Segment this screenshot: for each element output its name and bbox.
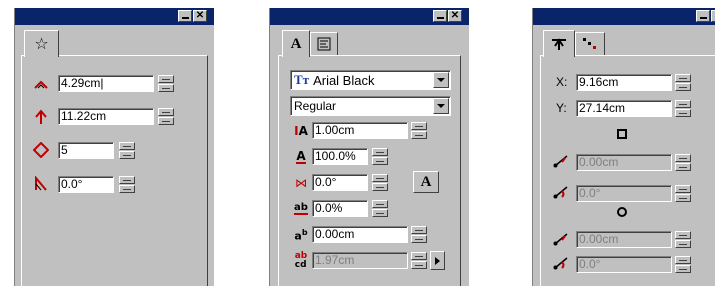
font-name-value: Arial Black [313,72,375,88]
pen-node-icon [552,38,566,50]
tab-character[interactable]: A [282,30,310,57]
character-options-button[interactable]: A [413,171,439,193]
tab-paragraph[interactable] [310,32,338,56]
leading-icon: ab cd [294,251,308,270]
handle-length-icon [552,153,570,169]
character-options-label: A [420,173,432,190]
leading-menu-button[interactable] [430,251,445,270]
close-button[interactable]: ✕ [448,10,462,22]
height-spinner[interactable] [158,108,174,125]
chevron-down-icon[interactable] [433,98,449,114]
baseline-shift-field[interactable]: 0.00cm [312,226,408,243]
close-button[interactable]: ✕ [193,10,207,22]
outer-radius-spinner[interactable] [158,75,174,92]
minimize-button[interactable] [178,10,192,22]
character-tab-label: A [290,35,302,52]
horizontal-scale-field[interactable]: 100.0% [312,148,368,165]
font-name-select[interactable]: Tт Arial Black [290,70,451,90]
star-radius-icon [32,77,50,93]
minimize-button[interactable] [696,10,710,22]
panel-titlebar: ✕ [270,8,469,25]
y-position-spinner[interactable] [675,100,691,117]
text-tool-panel: ✕ A Tт Arial Black Regular IA 1.00cm A 1… [269,8,469,286]
baseline-shift-icon: ab [294,227,308,243]
circle-handle-angle-field[interactable]: 0.0° [576,256,672,273]
y-position-field[interactable]: 27.14cm [576,100,672,117]
truetype-icon: Tт [294,72,310,87]
skew-angle-field[interactable]: 0.0° [312,174,368,191]
circle-handle-length-field[interactable]: 0.00cm [576,231,672,248]
square-handle-angle-field[interactable]: 0.0° [576,185,672,202]
font-size-field[interactable]: 1.00cm [312,122,408,139]
path-points-icon [583,38,596,49]
angle-icon [32,176,50,192]
x-position-field[interactable]: 9.16cm [576,74,672,91]
panel-titlebar: ✕ [15,8,214,25]
font-size-spinner[interactable] [411,122,427,139]
points-field[interactable]: 5 [58,142,114,159]
handle-angle-icon [552,255,570,271]
circle-node-icon [617,207,627,217]
horizontal-scale-spinner[interactable] [372,148,388,165]
node-tool-panel: ✕ X: 9.16cm Y: 27.14cm 0.00cm 0.0° 0.00c… [532,8,715,286]
paragraph-icon [317,37,331,51]
star-icon: ☆ [34,34,49,53]
tracking-field[interactable]: 0.0% [312,200,368,217]
angle-spinner[interactable] [119,176,135,193]
square-handle-length-field[interactable]: 0.00cm [576,154,672,171]
close-button[interactable]: ✕ [711,10,715,22]
horizontal-scale-icon: A [296,149,306,164]
y-label: Y: [556,101,567,115]
leading-spinner[interactable] [411,252,427,269]
tab-star[interactable]: ☆ [24,30,59,57]
square-handle-angle-spinner[interactable] [675,185,691,202]
skew-angle-spinner[interactable] [372,174,388,191]
font-style-value: Regular [294,99,337,113]
tracking-icon: ab [294,202,308,215]
minimize-button[interactable] [433,10,447,22]
chevron-down-icon[interactable] [433,72,449,88]
tab-path[interactable] [575,32,605,56]
star-points-icon [32,142,50,158]
chevron-right-icon [435,256,440,265]
leading-field[interactable]: 1.97cm [312,252,408,269]
height-field[interactable]: 11.22cm [58,108,154,125]
handle-length-icon [552,231,570,247]
circle-handle-length-spinner[interactable] [675,231,691,248]
points-spinner[interactable] [119,142,135,159]
star-tool-panel: ✕ ☆ 4.29cm| 11.22cm 5 0.0° [14,8,214,286]
angle-field[interactable]: 0.0° [58,176,114,193]
outer-radius-field[interactable]: 4.29cm| [58,75,154,92]
square-node-icon [617,129,627,139]
x-position-spinner[interactable] [675,74,691,91]
baseline-shift-spinner[interactable] [411,226,427,243]
panel-titlebar: ✕ [533,8,715,25]
x-label: X: [556,75,568,89]
star-height-icon [32,109,50,125]
handle-angle-icon [552,184,570,200]
tab-node[interactable] [543,30,575,57]
font-size-icon: IA [294,124,308,138]
font-style-select[interactable]: Regular [290,96,451,116]
square-handle-length-spinner[interactable] [675,154,691,171]
circle-handle-angle-spinner[interactable] [675,256,691,273]
tracking-spinner[interactable] [372,200,388,217]
skew-angle-icon: ⋈ [295,176,307,190]
